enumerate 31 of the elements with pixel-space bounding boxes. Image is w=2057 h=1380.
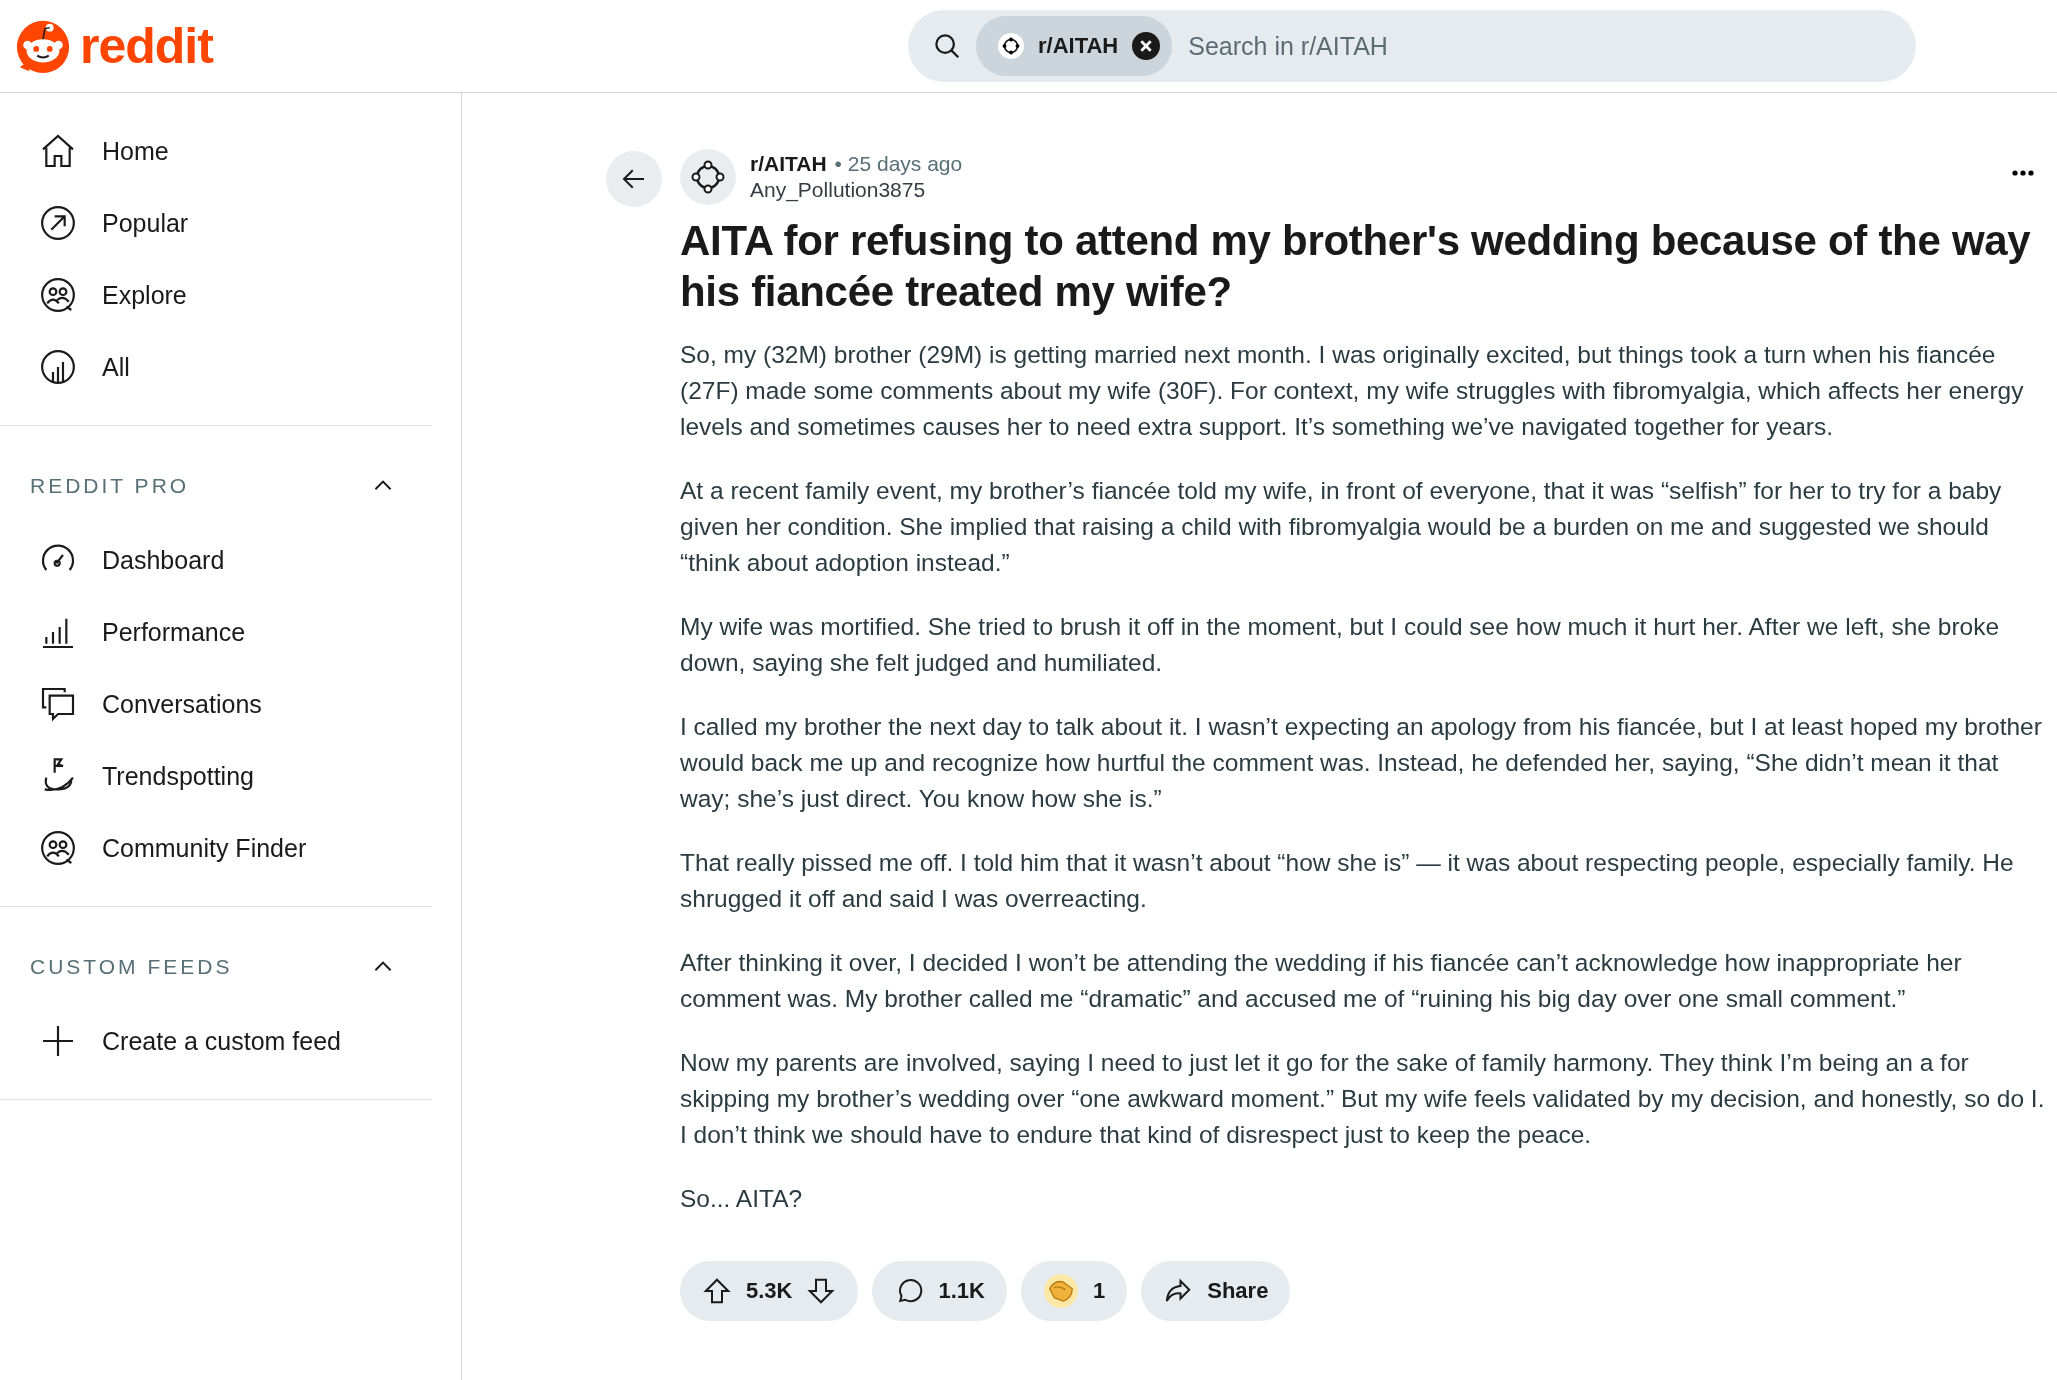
- post-time: • 25 days ago: [834, 152, 963, 175]
- post-paragraph: Now my parents are involved, saying I need to just let it go for the sake of family harmony. They think I’m being an a for skipping my brother’s wedding over “one awkward moment.” But my wife feels validated by my decision, and honestly, so do I. I don’t think we should have to endure that kind of disrespect just to keep the peace.: [680, 1048, 2046, 1150]
- subreddit-chip[interactable]: r/AITAH: [976, 16, 1173, 76]
- share-button[interactable]: Share: [1141, 1261, 1291, 1321]
- sidebar-item[interactable]: Dashboard: [0, 524, 432, 596]
- post-paragraph: My wife was mortified. She tried to brush it off in the moment, but I could see how much it hurt her. After we left, she broke down, saying she felt judged and humiliated.: [680, 612, 2001, 678]
- post-paragraph: That really pissed me off. I told him that it wasn’t about “how she is” — it was about respecting people, especially family. He shrugged it off and said I was overreacting.: [680, 848, 2015, 914]
- sidebar-item[interactable]: Explore: [0, 259, 432, 331]
- section-header[interactable]: REDDIT PRO: [0, 448, 432, 524]
- post-paragraph: After thinking it over, I decided I won’t be attending the wedding if his fiancée can’t acknowledge how inappropriate her comment was. My brother called me “dramatic” and accused me of “ruining his big day over one small comment.”: [680, 948, 1963, 1014]
- search-field[interactable]: r/AITAH Search in r/AITAH: [908, 10, 1916, 82]
- section-header[interactable]: CUSTOM FEEDS: [0, 929, 432, 1005]
- subreddit-link[interactable]: r/AITAH: [750, 152, 827, 175]
- comments-button[interactable]: 1.1K: [872, 1261, 1007, 1321]
- sidebar-item[interactable]: Create a custom feed: [0, 1005, 432, 1077]
- post-paragraph: At a recent family event, my brother’s fiancée told my wife, in front of everyone, that it was “selfish” for her to try for a baby given her condition. She implied that raising a child with fibromyalgia would be a burden on me and suggested we should “think about adoption instead.”: [680, 476, 2003, 578]
- sidebar-item[interactable]: Home: [0, 115, 432, 187]
- chip-label: r/AITAH: [1038, 33, 1119, 59]
- post-paragraph: So... AITA?: [680, 1184, 804, 1214]
- sidebar-item[interactable]: Conversations: [0, 668, 432, 740]
- sidebar-item[interactable]: Performance: [0, 596, 432, 668]
- sidebar-item[interactable]: Trendspotting: [0, 740, 432, 812]
- post-title: AITA for refusing to attend my brother's wedding because of the way his fiancée treated my wife?: [680, 216, 2032, 317]
- sidebar-item[interactable]: All: [0, 331, 432, 403]
- sidebar-item[interactable]: Community Finder: [0, 812, 432, 884]
- vote-count: 5.3K: [746, 1278, 793, 1304]
- post-paragraph: I called my brother the next day to talk about it. I wasn’t expecting an apology from his fiancée, but I at least hoped my brother would back me up and recognize how hurtful the comment was. Instead, he defended her, saying, “She didn’t mean it that way; she’s just direct. You know how she is.”: [680, 712, 2043, 814]
- sidebar-item[interactable]: Popular: [0, 187, 432, 259]
- award-button[interactable]: 1: [1020, 1261, 1128, 1321]
- post-paragraph: So, my (32M) brother (29M) is getting married next month. I was originally excited, but things took a turn when his fiancée (27F) made some comments about my wife (30F). For context, my wife struggles with fibromyalgia, which affects her energy levels and sometimes causes her to need extra support. It’s something we’ve navigated together for years.: [680, 340, 2025, 442]
- author-link[interactable]: Any_Pollution3875: [750, 178, 963, 202]
